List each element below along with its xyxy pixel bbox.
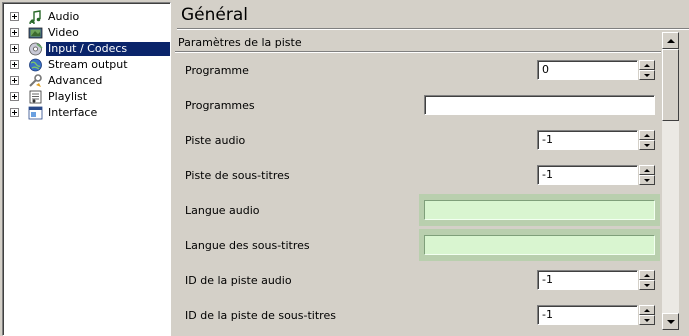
setting-row-programmes: Programmes bbox=[175, 88, 661, 123]
arrow-up-icon bbox=[644, 273, 650, 277]
setting-row-audio-track: Piste audio -1 bbox=[175, 123, 661, 158]
spin-up-button[interactable] bbox=[639, 60, 655, 70]
setting-label: Programmes bbox=[185, 99, 255, 112]
audio-track-spinbox[interactable]: -1 bbox=[537, 130, 657, 150]
tree-item-audio[interactable]: Audio bbox=[3, 9, 170, 25]
arrow-down-icon bbox=[666, 319, 675, 324]
arrow-down-icon bbox=[644, 143, 650, 147]
vertical-scrollbar[interactable] bbox=[662, 32, 679, 330]
arrow-down-icon bbox=[644, 283, 650, 287]
tree-item-label: Interface bbox=[48, 106, 98, 119]
spin-down-button[interactable] bbox=[639, 280, 655, 290]
tree-item-playlist[interactable]: Playlist bbox=[3, 89, 170, 105]
spinbox-value[interactable]: -1 bbox=[537, 270, 638, 290]
expand-icon[interactable] bbox=[10, 108, 19, 117]
playlist-icon bbox=[29, 90, 42, 104]
tree-item-interface[interactable]: Interface bbox=[3, 105, 170, 121]
expand-icon[interactable] bbox=[10, 92, 19, 101]
expand-icon[interactable] bbox=[10, 12, 19, 21]
tree-item-label: Video bbox=[48, 26, 79, 39]
scroll-down-button[interactable] bbox=[662, 313, 679, 330]
spin-up-button[interactable] bbox=[639, 270, 655, 280]
arrow-up-icon bbox=[644, 308, 650, 312]
page-title: Général bbox=[181, 5, 248, 25]
setting-label: Piste de sous-titres bbox=[185, 169, 290, 182]
spin-up-button[interactable] bbox=[639, 130, 655, 140]
subtitle-track-id-spinbox[interactable]: -1 bbox=[537, 305, 657, 325]
setting-label: ID de la piste de sous-titres bbox=[185, 309, 336, 322]
audio-track-id-spinbox[interactable]: -1 bbox=[537, 270, 657, 290]
programme-spinbox[interactable]: 0 bbox=[537, 60, 657, 80]
scroll-up-button[interactable] bbox=[662, 32, 679, 49]
tree-item-label: Playlist bbox=[48, 90, 88, 103]
setting-label: Langue audio bbox=[185, 204, 260, 217]
arrow-down-icon bbox=[644, 178, 650, 182]
spin-down-button[interactable] bbox=[639, 175, 655, 185]
section-header: Paramètres de la piste bbox=[178, 36, 302, 49]
tree-item-advanced[interactable]: Advanced bbox=[3, 73, 170, 89]
preferences-tree[interactable]: Audio Video Input / Codecs Stream output bbox=[2, 2, 171, 336]
subtitle-language-field[interactable] bbox=[424, 235, 655, 255]
programmes-field[interactable] bbox=[424, 95, 655, 115]
spin-down-button[interactable] bbox=[639, 315, 655, 325]
spinbox-value[interactable]: -1 bbox=[537, 305, 638, 325]
setting-row-subtitle-track-id: ID de la piste de sous-titres -1 bbox=[175, 298, 661, 333]
tree-item-video[interactable]: Video bbox=[3, 25, 170, 41]
audio-language-field[interactable] bbox=[424, 200, 655, 220]
spinbox-value[interactable]: -1 bbox=[537, 130, 638, 150]
title-divider bbox=[177, 28, 689, 30]
tree-item-label: Input / Codecs bbox=[46, 42, 170, 56]
tree-item-input-codecs[interactable]: Input / Codecs bbox=[3, 41, 170, 57]
subtitle-track-spinbox[interactable]: -1 bbox=[537, 165, 657, 185]
setting-label: Langue des sous-titres bbox=[185, 239, 310, 252]
expand-icon[interactable] bbox=[10, 76, 19, 85]
setting-row-audio-track-id: ID de la piste audio -1 bbox=[175, 263, 661, 298]
stream-output-icon bbox=[29, 58, 42, 72]
arrow-up-icon bbox=[644, 168, 650, 172]
input-codecs-icon bbox=[29, 42, 43, 56]
highlight-frame bbox=[419, 194, 660, 226]
setting-label: Piste audio bbox=[185, 134, 246, 147]
spin-down-button[interactable] bbox=[639, 70, 655, 80]
advanced-icon bbox=[29, 74, 42, 87]
video-icon bbox=[28, 27, 43, 39]
interface-icon bbox=[28, 106, 43, 120]
expand-icon[interactable] bbox=[10, 44, 19, 53]
spin-up-button[interactable] bbox=[639, 305, 655, 315]
audio-icon bbox=[29, 10, 41, 24]
settings-panel: Paramètres de la piste Programme 0 Progr… bbox=[175, 32, 661, 336]
spinbox-value[interactable]: 0 bbox=[537, 60, 638, 80]
tree-item-stream-output[interactable]: Stream output bbox=[3, 57, 170, 73]
spin-up-button[interactable] bbox=[639, 165, 655, 175]
scroll-thumb[interactable] bbox=[662, 49, 679, 121]
arrow-up-icon bbox=[644, 63, 650, 67]
tree-item-label: Stream output bbox=[48, 58, 128, 71]
setting-row-subtitle-language: Langue des sous-titres bbox=[175, 228, 661, 263]
setting-label: ID de la piste audio bbox=[185, 274, 292, 287]
expand-icon[interactable] bbox=[10, 60, 19, 69]
tree-item-label: Advanced bbox=[48, 74, 103, 87]
tree-item-label: Audio bbox=[48, 10, 80, 23]
arrow-up-icon bbox=[644, 133, 650, 137]
expand-icon[interactable] bbox=[10, 28, 19, 37]
spinbox-value[interactable]: -1 bbox=[537, 165, 638, 185]
setting-label: Programme bbox=[185, 64, 249, 77]
arrow-down-icon bbox=[644, 318, 650, 322]
arrow-down-icon bbox=[644, 73, 650, 77]
setting-row-programme: Programme 0 bbox=[175, 53, 661, 88]
spin-down-button[interactable] bbox=[639, 140, 655, 150]
arrow-up-icon bbox=[666, 38, 675, 43]
highlight-frame bbox=[419, 229, 660, 261]
setting-row-audio-language: Langue audio bbox=[175, 193, 661, 228]
setting-row-subtitle-track: Piste de sous-titres -1 bbox=[175, 158, 661, 193]
